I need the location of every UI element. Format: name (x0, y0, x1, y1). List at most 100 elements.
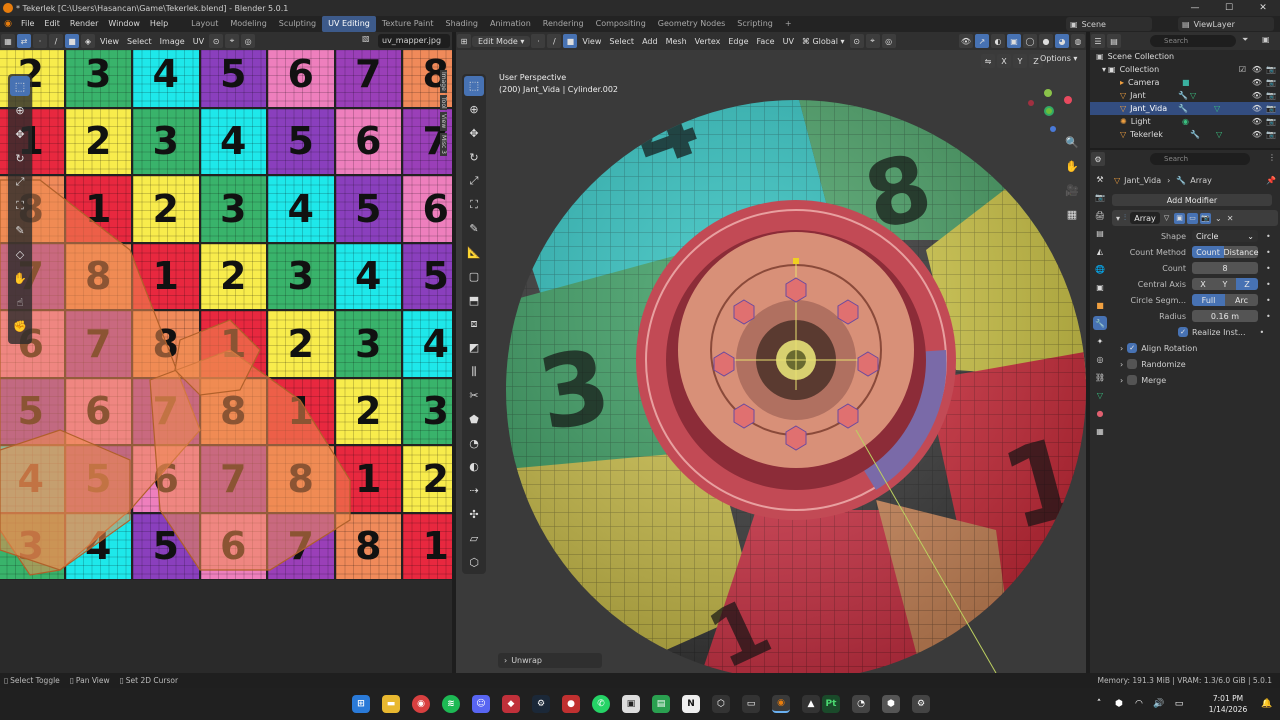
segment-arc-button[interactable]: Arc (1225, 294, 1258, 306)
sidebar-tab-image[interactable]: Image (440, 70, 447, 93)
edge-slide-icon[interactable]: ⇢ (464, 481, 484, 501)
outliner-editor-type-icon[interactable]: ☰ (1091, 34, 1105, 48)
visibility-icon[interactable]: 👁 (959, 34, 973, 48)
pt-icon[interactable]: Pt (822, 695, 840, 713)
menu-render[interactable]: Render (65, 16, 103, 32)
render-camera-icon[interactable]: 📷 (1266, 65, 1276, 74)
sync-selection-icon[interactable]: ⇄ (17, 34, 31, 48)
add-modifier-button[interactable]: Add Modifier (1112, 194, 1272, 206)
visibility-eye-icon[interactable]: 👁 (1252, 117, 1262, 126)
wireframe-shading-icon[interactable]: ◯ (1023, 34, 1037, 48)
axis-x-toggle[interactable]: X (997, 54, 1011, 68)
radius-field[interactable]: 0.16 m (1192, 310, 1258, 322)
panel-randomize[interactable]: › Randomize (1112, 356, 1278, 372)
vp-cursor-icon[interactable]: ⊕ (464, 100, 484, 120)
face-mode-icon[interactable]: ■ (563, 34, 578, 48)
gizmo-z-axis[interactable] (1044, 106, 1054, 116)
sticky-mode-icon[interactable]: ◈ (81, 34, 95, 48)
select-box-icon[interactable]: ⬚ (10, 76, 30, 96)
merge-checkbox[interactable] (1127, 375, 1138, 385)
tray-app-icon[interactable]: ⬢ (1110, 695, 1128, 713)
blender-menu-icon[interactable]: ◉ (0, 19, 16, 29)
uv-menu-select[interactable]: Select (123, 37, 156, 46)
collapse-chevron-icon[interactable]: ▾ (1116, 214, 1120, 223)
sidebar-tab-misc[interactable]: Misc 3 (440, 132, 447, 156)
vp-move-icon[interactable]: ✥ (464, 124, 484, 144)
menu-window[interactable]: Window (103, 16, 145, 32)
poly-build-icon[interactable]: ⬟ (464, 409, 484, 429)
app-dark-icon[interactable]: ▲ (802, 695, 820, 713)
axis-y-toggle[interactable]: Y (1013, 54, 1027, 68)
steam-icon[interactable]: ⚙ (532, 695, 550, 713)
edge-mode-icon[interactable]: / (547, 34, 562, 48)
axis-y-button[interactable]: Y (1214, 278, 1236, 290)
vp-scale-icon[interactable]: ⤢ (464, 171, 484, 191)
vp-menu-vertex[interactable]: Vertex (691, 37, 725, 46)
sidebar-tab-tool[interactable]: Tool (440, 94, 447, 111)
snap-toggle-icon[interactable]: ⌖ (865, 34, 880, 48)
options-icon[interactable]: ⋮ (1268, 153, 1276, 162)
axis-x-button[interactable]: X (1192, 278, 1214, 290)
vp-menu-edge[interactable]: Edge (724, 37, 752, 46)
checkbox-icon[interactable]: ☑ (1239, 65, 1246, 74)
shear-icon[interactable]: ▱ (464, 528, 484, 548)
bevel-icon[interactable]: ◩ (464, 338, 484, 358)
outliner-search[interactable]: Search (1150, 35, 1236, 47)
knife-icon[interactable]: ✂ (464, 386, 484, 406)
menu-help[interactable]: Help (145, 16, 173, 32)
panel-merge[interactable]: › Merge (1112, 372, 1278, 388)
animate-dot-icon[interactable]: • (1266, 232, 1271, 241)
wifi-icon[interactable]: ◠ (1130, 695, 1148, 713)
outliner-item-camera[interactable]: ▸ Camera ■ 👁 📷 (1090, 76, 1280, 89)
vp-annotate-icon[interactable]: ✎ (464, 219, 484, 239)
pivot-icon[interactable]: ⊙ (209, 34, 224, 48)
xray-icon[interactable]: ▣ (1007, 34, 1021, 48)
menu-edit[interactable]: Edit (39, 16, 65, 32)
vp-rotate-icon[interactable]: ↻ (464, 147, 484, 167)
edge-select-icon[interactable]: / (49, 34, 63, 48)
add-cube-icon[interactable]: ▢ (464, 267, 484, 287)
blender-taskbar-icon[interactable]: ◉ (772, 695, 790, 713)
smooth-icon[interactable]: ◐ (464, 457, 484, 477)
rip-region-icon[interactable]: ⬡ (464, 552, 484, 572)
display-mode-icon[interactable]: ▤ (1107, 34, 1121, 48)
uv-island[interactable] (0, 429, 131, 571)
close-window-button[interactable]: ✕ (1246, 0, 1280, 16)
gizmo-neg-z[interactable] (1050, 126, 1056, 132)
app-settings-icon[interactable]: ⚙ (912, 695, 930, 713)
outliner-collection[interactable]: ▾ ▣ Collection ☑ 👁 📷 (1090, 63, 1280, 76)
visibility-eye-icon[interactable]: 👁 (1252, 78, 1262, 87)
rotate-icon[interactable]: ↻ (10, 148, 30, 168)
notification-bell-icon[interactable]: 🔔 (1258, 695, 1276, 713)
material-tab-icon[interactable]: ● (1093, 406, 1107, 420)
tab-texture-paint[interactable]: Texture Paint (376, 16, 440, 32)
vp-menu-face[interactable]: Face (753, 37, 779, 46)
visibility-eye-icon[interactable]: 👁 (1252, 65, 1262, 74)
cage-toggle-icon[interactable]: ▣ (1174, 212, 1186, 224)
vp-menu-view[interactable]: View (578, 37, 605, 46)
vp-measure-icon[interactable]: 📐 (464, 243, 484, 263)
scene-selector[interactable]: ▣ Scene (1066, 17, 1152, 31)
rendered-shading-icon[interactable]: ◍ (1071, 34, 1085, 48)
grab-icon[interactable]: ✋ (10, 268, 30, 288)
outliner-scene-collection[interactable]: ▣ Scene Collection (1090, 50, 1280, 63)
whatsapp-icon[interactable]: ✆ (592, 695, 610, 713)
modifier-name-field[interactable]: Array (1130, 212, 1161, 224)
randomize-checkbox[interactable] (1127, 359, 1138, 369)
camera-view-icon[interactable]: 🎥 (1062, 180, 1082, 200)
inset-icon[interactable]: ⧈ (464, 314, 484, 334)
app-white-icon[interactable]: ▣ (622, 695, 640, 713)
visibility-eye-icon[interactable]: 👁 (1252, 130, 1262, 139)
image-browse-icon[interactable]: ▧ (362, 34, 376, 48)
annotate-icon[interactable]: ✎ (10, 220, 30, 240)
app-red-icon[interactable]: ◆ (502, 695, 520, 713)
render-camera-icon[interactable]: 📷 (1266, 78, 1276, 87)
tab-scripting[interactable]: Scripting (731, 16, 779, 32)
pivot-point-icon[interactable]: ⊙ (849, 34, 864, 48)
tab-rendering[interactable]: Rendering (537, 16, 590, 32)
solid-shading-icon[interactable]: ● (1039, 34, 1053, 48)
image-name-field[interactable]: uv_mapper.jpg (378, 34, 450, 48)
visibility-eye-icon[interactable]: 👁 (1252, 104, 1262, 113)
extrude-icon[interactable]: ⬒ (464, 290, 484, 310)
3d-viewport[interactable]: 4 8 3 1 1 User Perspective (200) Jant_Vi… (456, 50, 1086, 673)
